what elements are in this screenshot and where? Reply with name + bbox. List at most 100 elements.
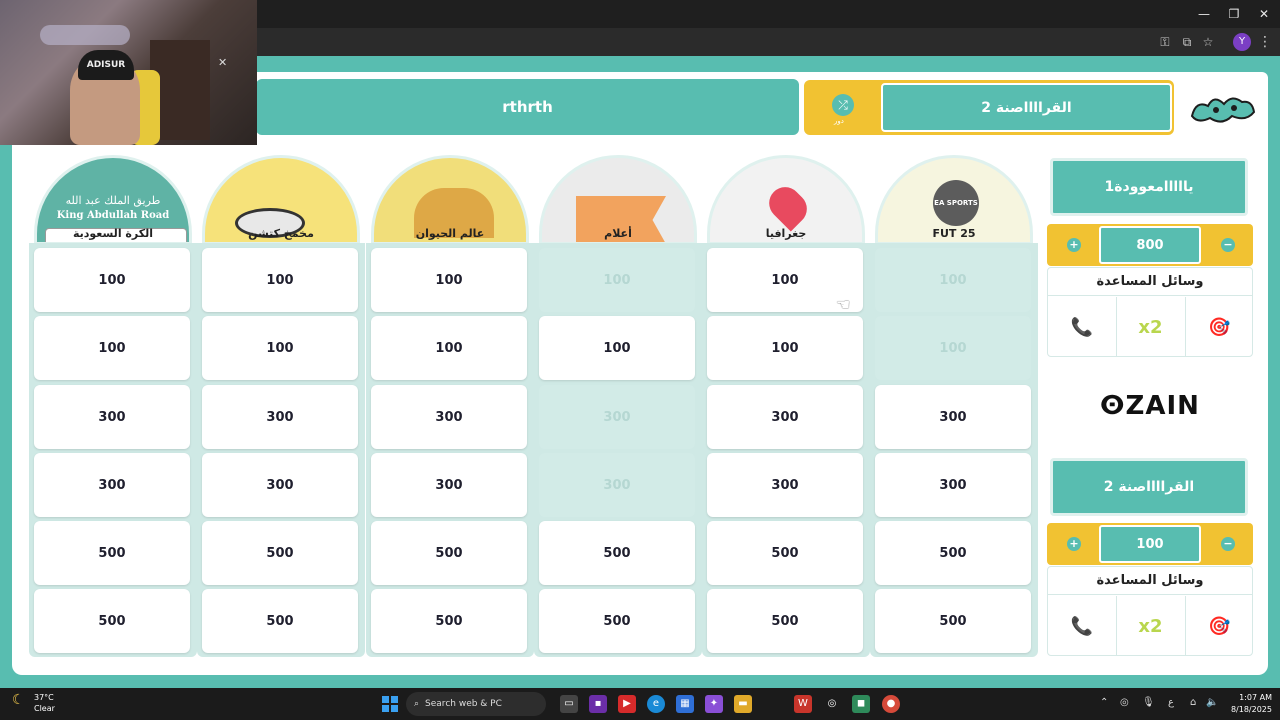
- team2-minus-button[interactable]: −: [1221, 537, 1235, 551]
- question-cell[interactable]: 500: [875, 521, 1031, 585]
- question-cell[interactable]: 500: [371, 589, 527, 653]
- road-sign-english: King Abdullah Road: [56, 210, 170, 221]
- profile-avatar[interactable]: Y: [1233, 33, 1251, 51]
- windows-taskbar: ☾ 37°C Clear ⌕ Search web & PC ▭ ▪ ▶ e ▦…: [0, 688, 1280, 720]
- close-icon: ✕: [218, 56, 228, 69]
- question-cell[interactable]: 100: [34, 248, 190, 312]
- double-points-icon[interactable]: x2: [1116, 596, 1184, 656]
- task-view-icon[interactable]: ▭: [560, 695, 578, 713]
- obs-icon[interactable]: ◎: [823, 695, 841, 713]
- game-logo[interactable]: [1186, 86, 1258, 130]
- question-cell: 100: [875, 316, 1031, 380]
- microphone-icon[interactable]: 🎙: [1142, 697, 1155, 708]
- question-cell[interactable]: 500: [34, 589, 190, 653]
- question-cell[interactable]: 100: [202, 316, 358, 380]
- question-cell[interactable]: 300: [875, 385, 1031, 449]
- tray-app-icon[interactable]: ◎: [1120, 697, 1129, 708]
- browser-menu-icon[interactable]: ⋮: [1258, 33, 1272, 51]
- question-cell[interactable]: 300: [34, 453, 190, 517]
- key-icon[interactable]: ⚿: [1156, 34, 1174, 50]
- question-cell[interactable]: 500: [707, 521, 863, 585]
- minimize-button[interactable]: —: [1190, 4, 1218, 24]
- close-window-button[interactable]: ✕: [1250, 4, 1278, 24]
- question-cell[interactable]: 500: [34, 521, 190, 585]
- weather-condition: Clear: [34, 704, 55, 713]
- target-icon[interactable]: 🎯: [1185, 297, 1253, 357]
- category-label: مخمخ كتشن: [248, 227, 314, 240]
- copilot-icon[interactable]: ✦: [705, 695, 723, 713]
- question-cell[interactable]: 500: [875, 589, 1031, 653]
- team1-name: يااااامعوودة1: [1050, 158, 1248, 216]
- store-icon[interactable]: ▦: [676, 695, 694, 713]
- youtube-icon[interactable]: ▶: [618, 695, 636, 713]
- app-icon[interactable]: ▪: [589, 695, 607, 713]
- question-cell[interactable]: 500: [539, 521, 695, 585]
- team1-aids-title: وسائل المساعدة: [1048, 268, 1252, 296]
- webcam-background-light: [40, 25, 130, 45]
- team-right-bar: ⤮ دور القرااااصنة 2: [804, 80, 1174, 135]
- taskbar-clock[interactable]: 1:07 AM 8/18/2025: [1222, 692, 1272, 716]
- question-cell[interactable]: 100: [371, 316, 527, 380]
- network-icon[interactable]: ⌂: [1190, 697, 1196, 708]
- call-friend-icon[interactable]: 📞: [1048, 297, 1116, 357]
- double-points-icon[interactable]: x2: [1116, 297, 1184, 357]
- windows-start-icon[interactable]: [382, 696, 398, 712]
- clock-date: 8/18/2025: [1230, 705, 1272, 714]
- switch-turn-icon[interactable]: ⤮: [832, 94, 854, 116]
- edge-icon[interactable]: e: [647, 695, 665, 713]
- team2-name: القرااااصنة 2: [1050, 458, 1248, 516]
- call-friend-icon[interactable]: 📞: [1048, 596, 1116, 656]
- chrome-icon[interactable]: ●: [882, 695, 900, 713]
- question-cell: 100: [875, 248, 1031, 312]
- team2-plus-button[interactable]: +: [1067, 537, 1081, 551]
- team2-aids-title: وسائل المساعدة: [1048, 567, 1252, 595]
- target-icon[interactable]: 🎯: [1185, 596, 1253, 656]
- team-right-name: القرااااصنة 2: [881, 83, 1172, 132]
- star-icon[interactable]: ☆: [1199, 34, 1217, 50]
- taskbar-search[interactable]: ⌕ Search web & PC: [406, 692, 546, 716]
- question-cell[interactable]: 100: [202, 248, 358, 312]
- clock-time: 1:07 AM: [1239, 693, 1272, 702]
- hand-cursor-icon: ☚: [836, 295, 851, 314]
- question-cell[interactable]: 300: [202, 453, 358, 517]
- webcam-hat: ADISUR: [78, 50, 134, 80]
- question-cell[interactable]: 100: [707, 316, 863, 380]
- location-pin-icon: [762, 180, 814, 232]
- team1-minus-button[interactable]: −: [1221, 238, 1235, 252]
- game-app-icon[interactable]: ◼: [852, 695, 870, 713]
- language-indicator[interactable]: ع: [1168, 697, 1174, 708]
- question-cell[interactable]: 100: [539, 316, 695, 380]
- question-cell[interactable]: 500: [707, 589, 863, 653]
- tray-chevron-icon[interactable]: ⌃: [1100, 697, 1108, 708]
- turn-label: دور: [834, 117, 844, 125]
- team1-aids-panel: وسائل المساعدة 📞 x2 🎯: [1047, 267, 1253, 357]
- office-icon[interactable]: W: [794, 695, 812, 713]
- team2-aids-panel: وسائل المساعدة 📞 x2 🎯: [1047, 566, 1253, 656]
- question-cell[interactable]: 100: [34, 316, 190, 380]
- folder-icon[interactable]: ▬: [734, 695, 752, 713]
- question-cell[interactable]: 300: [34, 385, 190, 449]
- team1-score: 800: [1099, 226, 1201, 264]
- question-cell[interactable]: 300: [707, 453, 863, 517]
- question-cell: 300: [539, 385, 695, 449]
- question-cell[interactable]: 300: [707, 385, 863, 449]
- question-cell[interactable]: 100: [371, 248, 527, 312]
- question-cell[interactable]: 500: [539, 589, 695, 653]
- question-cell[interactable]: 300: [202, 385, 358, 449]
- question-cell[interactable]: 500: [202, 521, 358, 585]
- zain-logo: ⵙZAIN: [1100, 391, 1200, 421]
- category-label: FUT 25: [932, 227, 976, 240]
- search-placeholder: Search web & PC: [425, 699, 502, 709]
- category-label: أعلام: [604, 227, 632, 240]
- cast-icon[interactable]: ⧉: [1178, 34, 1196, 50]
- volume-icon[interactable]: 🔈: [1206, 697, 1218, 708]
- question-cell[interactable]: 300: [875, 453, 1031, 517]
- question-cell[interactable]: 500: [371, 521, 527, 585]
- question-cell[interactable]: 300: [371, 453, 527, 517]
- category-label: الكرة السعودية: [72, 227, 154, 240]
- road-sign-arabic: طريق الملك عبد الله: [65, 194, 161, 207]
- question-cell[interactable]: 300: [371, 385, 527, 449]
- team1-plus-button[interactable]: +: [1067, 238, 1081, 252]
- maximize-button[interactable]: ❐: [1220, 4, 1248, 24]
- question-cell[interactable]: 500: [202, 589, 358, 653]
